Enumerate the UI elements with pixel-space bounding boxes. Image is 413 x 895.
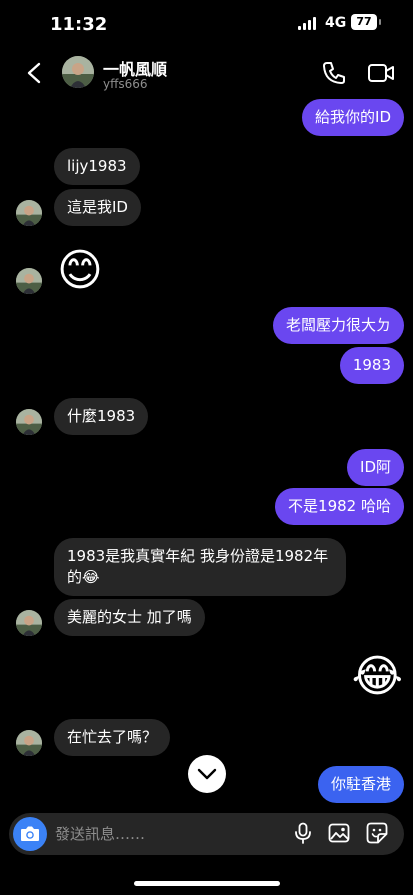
network-type: 4G: [325, 15, 347, 31]
home-indicator: [134, 881, 280, 886]
status-time: 11:32: [50, 14, 108, 35]
camera-icon: [21, 826, 39, 841]
phone-call-icon[interactable]: [321, 60, 347, 86]
sender-avatar[interactable]: [16, 409, 42, 435]
contact-username[interactable]: yffs666: [103, 77, 148, 91]
sender-avatar[interactable]: [16, 610, 42, 636]
outgoing-message[interactable]: 1983: [339, 347, 404, 384]
outgoing-message[interactable]: ID阿: [347, 449, 404, 486]
message-input[interactable]: 發送訊息……: [55, 823, 145, 844]
incoming-message[interactable]: 在忙去了嗎？: [54, 719, 171, 756]
camera-button[interactable]: [13, 817, 47, 851]
back-arrow-icon[interactable]: [24, 62, 46, 84]
sender-avatar[interactable]: [16, 268, 42, 294]
outgoing-message[interactable]: 不是1982 哈哈: [275, 488, 404, 525]
battery-tip: [379, 19, 381, 25]
video-call-icon[interactable]: [367, 60, 395, 86]
microphone-icon[interactable]: [292, 822, 314, 844]
outgoing-message[interactable]: 你駐香港: [317, 766, 404, 803]
outgoing-emoji-message[interactable]: 😂: [352, 652, 403, 702]
outgoing-message[interactable]: 給我你的ID: [302, 99, 404, 136]
scroll-to-bottom-button[interactable]: [188, 755, 226, 793]
sticker-icon[interactable]: [366, 822, 388, 844]
incoming-message[interactable]: 1983是我真實年紀 我身份證是1982年的😂: [54, 538, 346, 596]
incoming-message[interactable]: 美麗的女士 加了嗎: [54, 599, 205, 636]
incoming-emoji-message[interactable]: 😊: [57, 246, 103, 296]
header-avatar[interactable]: [62, 56, 94, 88]
incoming-message[interactable]: 什麼1983: [54, 398, 149, 435]
outgoing-message[interactable]: 老闆壓力很大ㄉ: [272, 307, 404, 344]
battery-icon: 77: [351, 14, 377, 30]
sender-avatar[interactable]: [16, 730, 42, 756]
chevron-down-icon: [197, 768, 217, 780]
incoming-message[interactable]: lijy1983: [54, 148, 140, 185]
cellular-signal-icon: [298, 17, 318, 30]
gallery-icon[interactable]: [328, 822, 350, 844]
sender-avatar[interactable]: [16, 200, 42, 226]
incoming-message[interactable]: 這是我ID: [54, 189, 141, 226]
